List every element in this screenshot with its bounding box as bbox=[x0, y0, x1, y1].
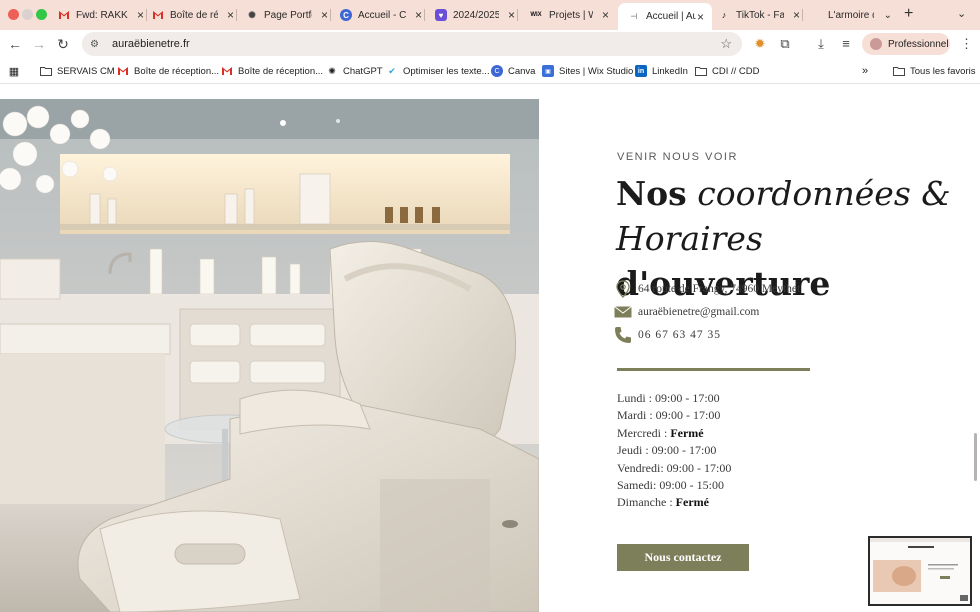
bookmark-linkedin[interactable]: in LinkedIn bbox=[635, 65, 688, 77]
hours-row-vendredi: Vendredi: 09:00 - 17:00 bbox=[617, 460, 732, 475]
all-bookmarks-folder[interactable]: Tous les favoris bbox=[893, 65, 975, 77]
chatgpt-icon: ✺ bbox=[328, 65, 336, 76]
browser-tab[interactable]: L'armoire d ⌄ bbox=[812, 4, 896, 26]
hours-row-lundi: Lundi : 09:00 - 17:00 bbox=[617, 391, 720, 405]
forward-button[interactable]: → bbox=[31, 36, 47, 52]
close-window-button[interactable] bbox=[8, 9, 19, 20]
gmail-icon bbox=[117, 65, 129, 77]
maximize-window-button[interactable] bbox=[36, 9, 47, 20]
folder-icon bbox=[40, 65, 52, 77]
phone-row[interactable]: 06 67 63 47 35 bbox=[614, 326, 721, 344]
close-tab-icon[interactable]: × bbox=[415, 8, 422, 22]
browser-tab[interactable]: ♪ TikTok - Fai × bbox=[718, 4, 803, 26]
hours-row-jeudi: Jeudi : 09:00 - 17:00 bbox=[617, 443, 717, 458]
bookmark-cdi-cdd[interactable]: CDI // CDD bbox=[695, 65, 760, 77]
hours-row-mercredi: Mercredi : Fermé bbox=[617, 425, 704, 440]
browser-tab[interactable]: C Accueil - Ca × bbox=[340, 4, 425, 26]
url-text[interactable]: auraëbienetre.fr bbox=[112, 38, 190, 50]
extension-icon[interactable]: ✹ bbox=[752, 36, 768, 52]
contact-us-button[interactable]: Nous contactez bbox=[617, 544, 749, 571]
close-tab-icon[interactable]: × bbox=[793, 8, 800, 22]
bookmark-chatgpt[interactable]: ✺ ChatGPT bbox=[326, 65, 382, 77]
bookmark-gmail-2[interactable]: Boîte de réception... bbox=[221, 65, 323, 77]
bookmark-optimiser[interactable]: ✔ Optimiser les texte... bbox=[386, 65, 489, 77]
avatar bbox=[870, 38, 882, 50]
gmail-icon bbox=[221, 65, 233, 77]
apps-grid-icon[interactable]: ▦ bbox=[8, 65, 25, 78]
browser-tab-active[interactable]: ⊣ Accueil | Au × bbox=[618, 3, 712, 30]
page-preview-thumbnail[interactable] bbox=[868, 536, 972, 606]
browser-tab[interactable]: Fwd: RAKK × bbox=[58, 4, 147, 26]
linkedin-icon: in bbox=[635, 65, 647, 77]
bookmark-servais[interactable]: SERVAIS CM bbox=[40, 65, 115, 77]
browser-tab[interactable]: ✺ Page Portfo × bbox=[246, 4, 331, 26]
close-tab-icon[interactable]: × bbox=[137, 8, 144, 22]
bookmark-star-icon[interactable]: ☆ bbox=[720, 36, 732, 52]
phone-icon bbox=[614, 326, 632, 344]
hours-row-dimanche: Dimanche : Fermé bbox=[617, 495, 709, 510]
media-control-icon[interactable]: ≡ bbox=[838, 36, 854, 51]
opening-hours: Lundi : 09:00 - 17:00 Mardi : 09:00 - 17… bbox=[617, 390, 731, 512]
browser-tab[interactable]: Boîte de réc × bbox=[152, 4, 237, 26]
page-icon: ⊣ bbox=[630, 12, 638, 21]
web-page: VENIR NOUS VOIR Nos coordonnées & Horair… bbox=[0, 85, 980, 612]
browser-tab[interactable]: ♥ 2024/2025 × bbox=[435, 4, 518, 26]
tab-strip: Fwd: RAKK × Boîte de réc × ✺ Page Portfo… bbox=[0, 0, 980, 30]
download-icon[interactable]: ⤓ bbox=[813, 36, 829, 52]
close-tab-icon[interactable]: × bbox=[508, 8, 515, 22]
close-tab-icon[interactable]: × bbox=[227, 8, 234, 22]
section-eyebrow: VENIR NOUS VOIR bbox=[617, 151, 738, 163]
bookmark-gmail-1[interactable]: Boîte de réception... bbox=[117, 65, 219, 77]
minimize-window-button[interactable] bbox=[22, 9, 33, 20]
email-row[interactable]: auraëbienetre@gmail.com bbox=[614, 303, 759, 321]
back-button[interactable]: ← bbox=[7, 36, 23, 52]
tab-search-icon[interactable]: ⌄ bbox=[957, 7, 966, 20]
tiktok-icon: ♪ bbox=[721, 10, 727, 20]
scrollbar-thumb[interactable] bbox=[974, 433, 977, 481]
site-settings-icon[interactable]: ⚙ bbox=[90, 39, 104, 50]
chatgpt-icon: ✺ bbox=[248, 9, 256, 20]
more-bookmarks-icon[interactable]: » bbox=[862, 65, 868, 77]
arrow-icon: ✔ bbox=[388, 65, 396, 76]
wix-icon: ▣ bbox=[542, 65, 554, 77]
address-row: 64 route de Frangy, 74960 Meythet bbox=[614, 280, 800, 298]
close-tab-icon[interactable]: × bbox=[602, 8, 609, 22]
close-tab-icon[interactable]: × bbox=[697, 10, 704, 24]
spa-room-photo bbox=[0, 99, 539, 612]
hours-row-mardi: Mardi : 09:00 - 17:00 bbox=[617, 408, 721, 423]
canva-icon: C bbox=[491, 65, 503, 77]
new-tab-button[interactable]: + bbox=[904, 5, 913, 23]
location-pin-icon bbox=[614, 280, 632, 298]
more-menu-icon[interactable]: ⋮ bbox=[960, 36, 973, 52]
bookmarks-bar: ▦ SERVAIS CM Boîte de réception... Boîte… bbox=[0, 58, 980, 84]
bookmark-wix[interactable]: ▣ Sites | Wix Studio bbox=[542, 65, 633, 77]
browser-toolbar: ← → ↻ ⚙ auraëbienetre.fr ☆ ✹ ⧉ ⤓ ≡ Profe… bbox=[0, 30, 980, 58]
folder-icon bbox=[695, 65, 707, 77]
canva-icon: C bbox=[340, 9, 352, 21]
bookmark-canva[interactable]: C Canva bbox=[491, 65, 535, 77]
section-divider bbox=[617, 368, 810, 371]
browser-tab[interactable]: WIX Projets | Wi × bbox=[529, 4, 611, 26]
hours-row-samedi: Samedi: 09:00 - 15:00 bbox=[617, 478, 724, 493]
gmail-icon bbox=[58, 9, 70, 21]
extensions-puzzle-icon[interactable]: ⧉ bbox=[777, 36, 793, 52]
reload-button[interactable]: ↻ bbox=[55, 36, 71, 52]
bookmark-icon: ♥ bbox=[435, 9, 447, 21]
profile-button[interactable]: Professionnel bbox=[862, 33, 950, 55]
chevron-down-icon[interactable]: ⌄ bbox=[884, 10, 892, 21]
gmail-icon bbox=[152, 9, 164, 21]
envelope-icon bbox=[614, 303, 632, 321]
folder-icon bbox=[893, 65, 905, 77]
address-bar[interactable]: ⚙ auraëbienetre.fr ☆ bbox=[82, 32, 742, 56]
close-tab-icon[interactable]: × bbox=[321, 8, 328, 22]
wix-icon: WIX bbox=[530, 12, 542, 18]
